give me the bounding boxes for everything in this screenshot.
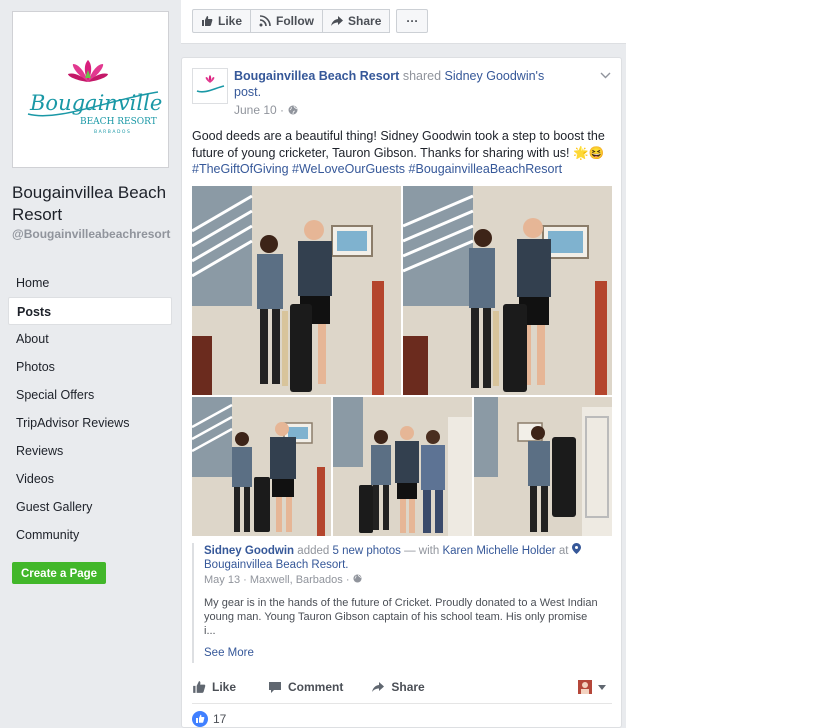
shared-with-word: — with <box>404 545 440 557</box>
reaction-summary[interactable]: 17 <box>192 711 226 727</box>
see-more-link[interactable]: See More <box>204 647 612 659</box>
page-title[interactable]: Bougainvillea Beach Resort <box>12 182 172 226</box>
shared-from-link[interactable]: Sidney Goodwin's <box>445 69 545 83</box>
page-navigation: Home Posts About Photos Special Offers T… <box>8 269 172 549</box>
shared-word: shared <box>402 69 442 83</box>
post-hashtags[interactable]: #TheGiftOfGiving #WeLoveOurGuests #Bouga… <box>192 162 562 176</box>
shared-post-date-location[interactable]: May 13 · Maxwell, Barbados · <box>204 574 350 586</box>
nav-item-community[interactable]: Community <box>8 521 172 549</box>
post-share-label: Share <box>391 680 425 694</box>
shared-post-header: Sidney Goodwin added 5 new photos — with… <box>204 543 612 572</box>
shared-photos-link[interactable]: 5 new photos <box>332 545 400 557</box>
shared-location-link[interactable]: Bougainvillea Beach Resort. <box>204 559 348 571</box>
post-header: Bougainvillea Beach Resort shared Sidney… <box>234 68 594 100</box>
photo-grid <box>192 186 612 536</box>
shared-post-text: My gear is in the hands of the future of… <box>204 597 598 637</box>
post-body-text: Good deeds are a beautiful thing! Sidney… <box>192 128 612 178</box>
thumbs-up-icon <box>193 681 206 693</box>
post-like-label: Like <box>212 680 237 694</box>
post-message: Good deeds are a beautiful thing! Sidney… <box>192 129 605 160</box>
caret-down-icon <box>598 684 606 690</box>
page-profile-picture[interactable]: Bougainvillea BEACH RESORT BARBADOS <box>12 11 169 168</box>
post-author-name[interactable]: Bougainvillea Beach Resort <box>234 69 399 83</box>
globe-icon <box>288 105 298 115</box>
post-meta: June 10 · <box>234 103 298 117</box>
post-photo-2[interactable] <box>403 186 612 395</box>
nav-item-home[interactable]: Home <box>8 269 172 297</box>
globe-icon <box>353 574 362 583</box>
post-photo-5[interactable] <box>474 397 612 536</box>
page-follow-button[interactable]: Follow <box>251 9 324 33</box>
post-photo-3[interactable] <box>192 397 331 536</box>
like-reaction-icon <box>192 711 208 727</box>
post-comment-button[interactable]: Comment <box>268 680 343 694</box>
location-pin-icon <box>571 543 581 554</box>
post-photo-4[interactable] <box>333 397 472 536</box>
tagged-person-link[interactable]: Karen Michelle Holder <box>442 545 555 557</box>
nav-item-videos[interactable]: Videos <box>8 465 172 493</box>
comment-bubble-icon <box>269 681 282 693</box>
page-follow-label: Follow <box>276 14 315 28</box>
nav-item-special-offers[interactable]: Special Offers <box>8 381 172 409</box>
post-link[interactable]: post. <box>234 85 261 99</box>
post-photo-1[interactable] <box>192 186 401 395</box>
shared-original-post: Sidney Goodwin added 5 new photos — with… <box>192 543 612 663</box>
post-share-button[interactable]: Share <box>371 680 425 694</box>
share-arrow-icon <box>331 16 344 26</box>
page-share-button[interactable]: Share <box>323 9 391 33</box>
share-arrow-icon <box>372 682 385 692</box>
rss-follow-icon <box>259 15 271 27</box>
svg-text:BARBADOS: BARBADOS <box>94 129 131 135</box>
page-action-bar: Like Follow Share ··· <box>181 0 626 44</box>
feed-post: Bougainvillea Beach Resort shared Sidney… <box>181 57 622 728</box>
bougainvillea-logo: Bougainvillea BEACH RESORT BARBADOS <box>27 59 163 135</box>
nav-item-posts[interactable]: Posts <box>8 297 172 325</box>
page-username[interactable]: @Bougainvilleabeachresort <box>12 227 172 241</box>
thumbs-up-icon <box>202 16 213 26</box>
nav-item-photos[interactable]: Photos <box>8 353 172 381</box>
post-like-button[interactable]: Like <box>192 680 236 694</box>
shared-post-meta: May 13 · Maxwell, Barbados · <box>204 574 612 586</box>
shared-added-word: added <box>297 545 330 557</box>
post-comment-label: Comment <box>288 680 344 694</box>
nav-item-reviews[interactable]: Reviews <box>8 437 172 465</box>
svg-text:BEACH RESORT: BEACH RESORT <box>80 117 157 127</box>
left-sidebar: Bougainvillea BEACH RESORT BARBADOS Boug… <box>0 0 181 728</box>
post-date[interactable]: June 10 · <box>234 103 284 117</box>
shared-at-word: at <box>558 545 569 557</box>
nav-item-guest-gallery[interactable]: Guest Gallery <box>8 493 172 521</box>
post-action-bar: Like Comment Share <box>192 676 612 698</box>
post-as-selector[interactable] <box>578 680 606 694</box>
nav-item-tripadvisor-reviews[interactable]: TripAdvisor Reviews <box>8 409 172 437</box>
nav-item-about[interactable]: About <box>8 325 172 353</box>
page-like-label: Like <box>218 14 243 28</box>
post-author-avatar[interactable] <box>192 68 228 104</box>
shared-author-name[interactable]: Sidney Goodwin <box>204 545 294 557</box>
page-like-button[interactable]: Like <box>192 9 252 33</box>
more-options-button[interactable]: ··· <box>396 9 429 33</box>
post-options-chevron-icon[interactable] <box>600 70 611 82</box>
post-divider <box>192 703 612 704</box>
create-page-button[interactable]: Create a Page <box>12 562 107 584</box>
bougainvillea-mini-logo <box>196 75 225 93</box>
reaction-count: 17 <box>213 712 227 726</box>
page-avatar-icon <box>578 680 592 694</box>
page-share-label: Share <box>348 14 382 28</box>
